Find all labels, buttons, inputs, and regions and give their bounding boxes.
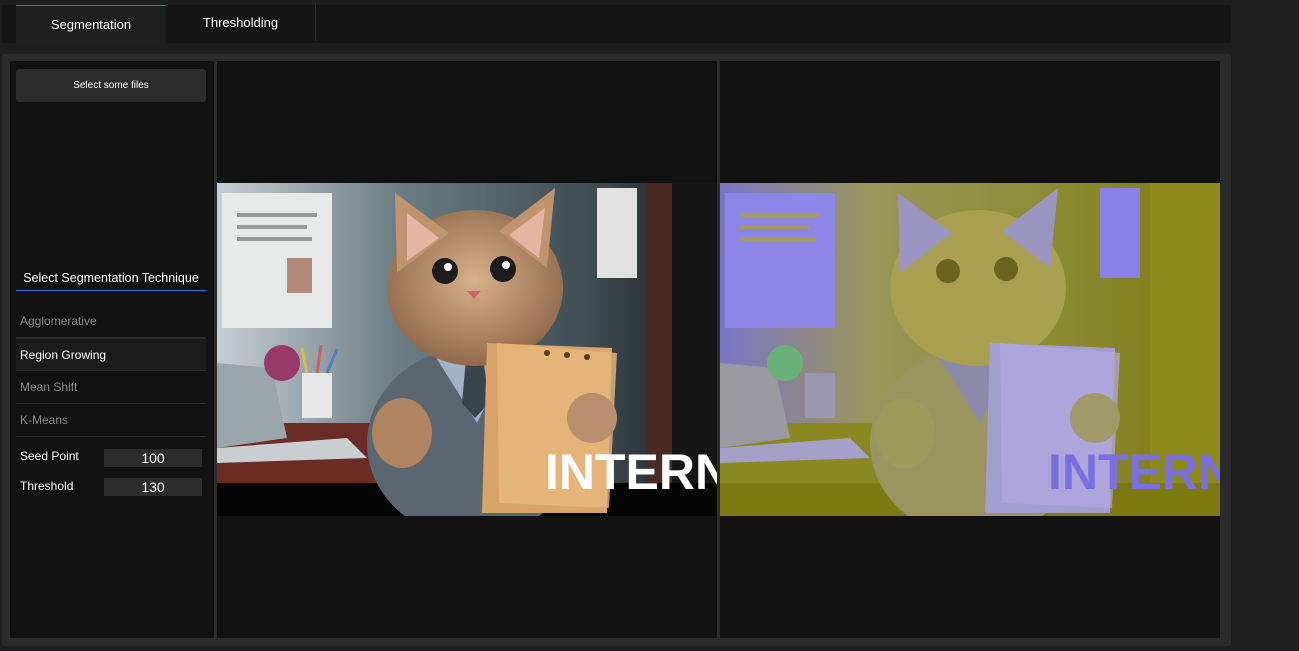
tab-bar: Segmentation Thresholding <box>2 3 1231 43</box>
original-image-panel: INTERN <box>217 61 717 638</box>
seed-point-label: Seed Point <box>20 449 79 463</box>
segmented-image-panel: INTERN <box>720 61 1220 638</box>
segmented-overlay-text: INTERN <box>1048 444 1220 500</box>
original-image: INTERN <box>217 183 717 516</box>
method-k-means[interactable]: K-Means <box>16 404 206 437</box>
method-region-growing[interactable]: Region Growing <box>16 338 206 371</box>
tab-thresholding[interactable]: Thresholding <box>166 3 316 41</box>
segmented-image: INTERN <box>720 183 1220 516</box>
select-files-button[interactable]: Select some files <box>16 69 206 102</box>
threshold-input[interactable] <box>104 478 202 496</box>
main-area: Select some files Select Segmentation Te… <box>2 54 1231 646</box>
threshold-label: Threshold <box>20 479 74 493</box>
tab-segmentation[interactable]: Segmentation <box>16 5 166 43</box>
original-overlay-text: INTERN <box>545 444 717 500</box>
technique-header: Select Segmentation Technique <box>16 268 206 291</box>
method-mean-shift[interactable]: Mean Shift <box>16 371 206 404</box>
sidebar: Select some files Select Segmentation Te… <box>10 61 214 638</box>
method-agglomerative[interactable]: Agglomerative <box>16 305 206 338</box>
seed-point-input[interactable] <box>104 449 202 467</box>
